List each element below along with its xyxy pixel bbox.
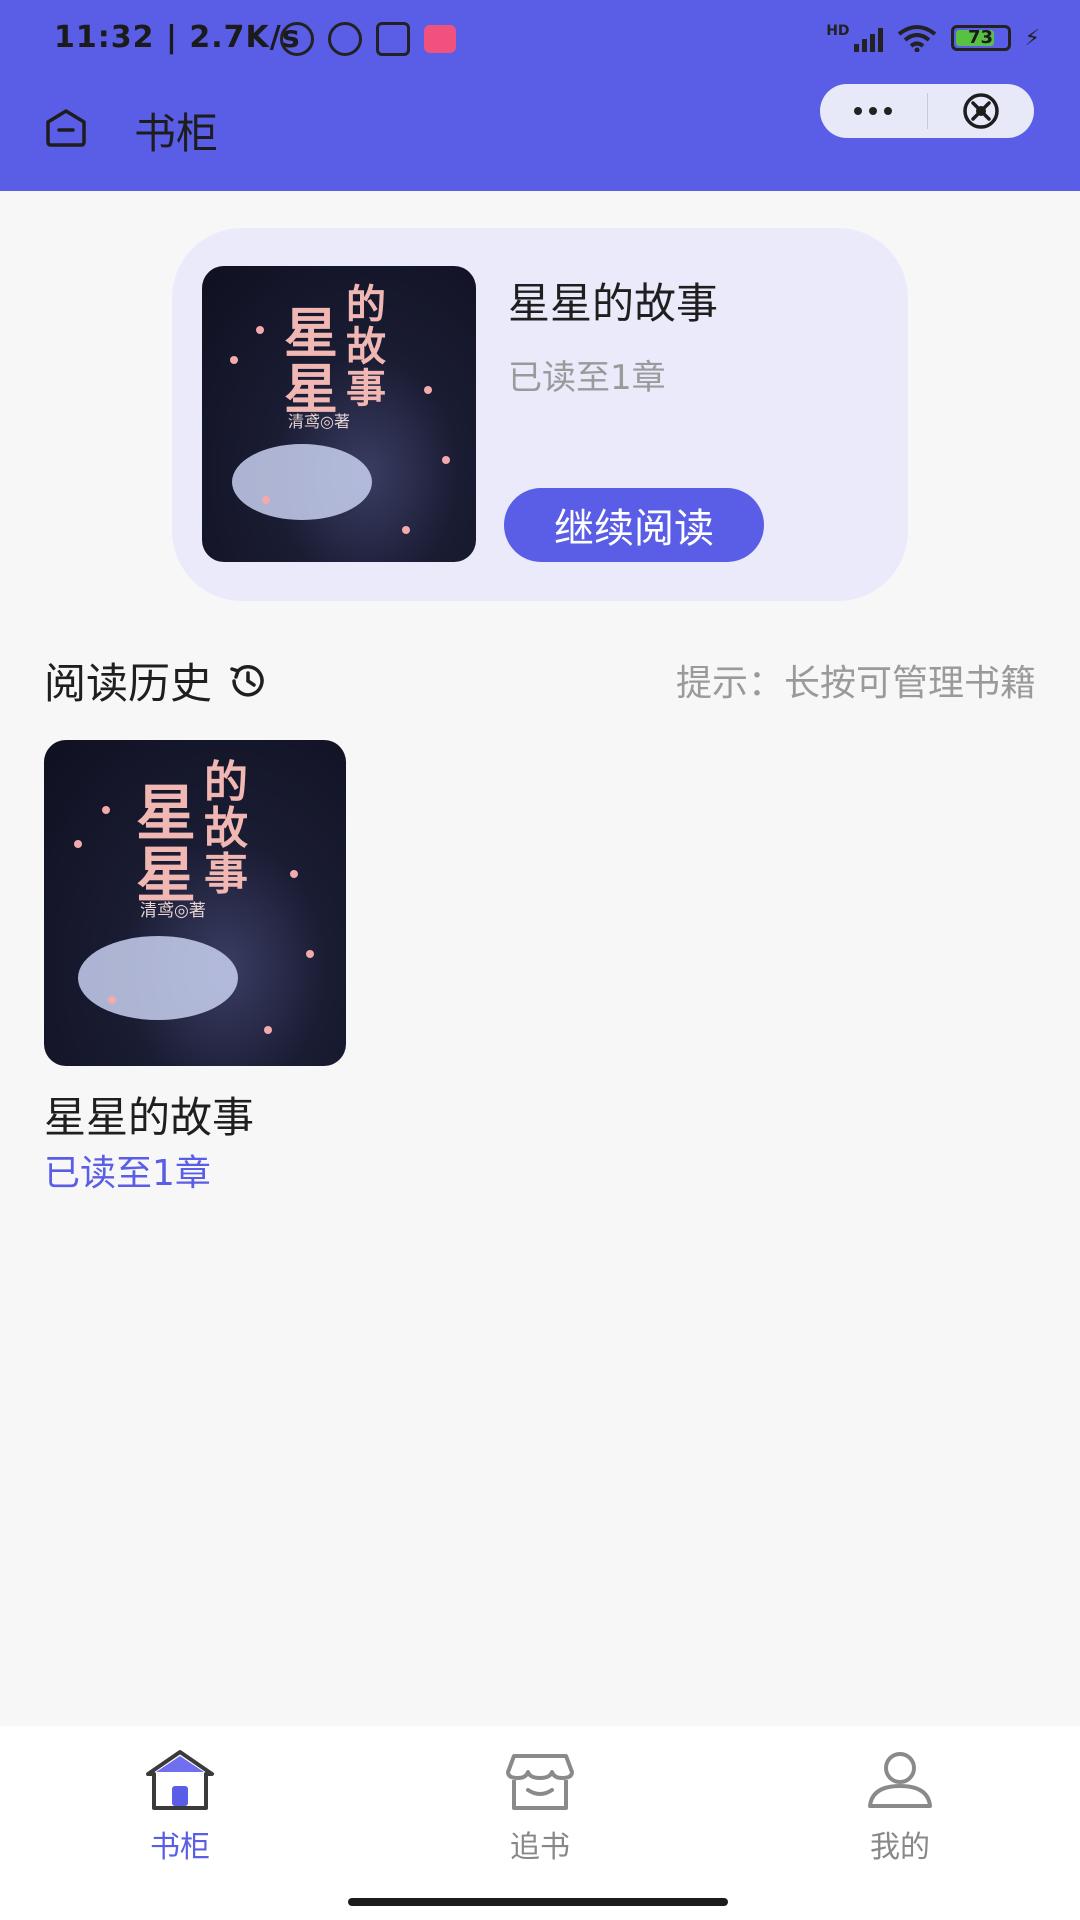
status-notification-icons (280, 22, 456, 56)
manage-hint: 提示：长按可管理书籍 (675, 663, 1036, 704)
bookshelf-icon (146, 1750, 214, 1810)
charging-icon: ⚡ (1024, 25, 1040, 51)
featured-book-card[interactable]: 星 星 的故事 清鸢◎著 星星的故事 已读至1章 继续阅读 (172, 228, 908, 601)
cover-author: 清鸢◎著 (288, 412, 350, 431)
cover-title-char-1: 星 (136, 779, 196, 849)
cover-moon-art (78, 936, 238, 1020)
cover-title-side: 的故事 (204, 757, 248, 901)
alarm-icon (328, 22, 362, 56)
tab-follow-books[interactable]: 追书 (460, 1746, 620, 1866)
tab-bookshelf-label: 书柜 (150, 1830, 210, 1865)
cover-title-char-1: 星 (284, 301, 338, 365)
continue-reading-button[interactable]: 继续阅读 (504, 488, 764, 562)
store-icon (506, 1754, 574, 1810)
featured-book-progress: 已读至1章 (508, 358, 666, 398)
bottom-tab-bar: 书柜 追书 我的 (0, 1726, 1080, 1920)
user-icon (868, 1752, 932, 1808)
page-title: 书柜 (134, 109, 219, 158)
history-book-title: 星星的故事 (44, 1093, 255, 1142)
featured-book-cover[interactable]: 星 星 的故事 清鸢◎著 (202, 266, 476, 562)
cover-moon-art (232, 444, 372, 520)
signal-icon (853, 24, 883, 52)
cover-title-side: 的故事 (346, 281, 386, 412)
home-indicator[interactable] (348, 1898, 728, 1906)
tab-mine[interactable]: 我的 (820, 1746, 980, 1866)
status-bar: 11:32 | 2.7K/s HD 73 ⚡ (0, 0, 1080, 80)
tab-mine-label: 我的 (870, 1830, 930, 1865)
history-book-progress: 已读至1章 (44, 1153, 211, 1194)
more-icon[interactable] (820, 84, 927, 138)
history-heading: 阅读历史 (44, 650, 270, 711)
status-system-icons: HD 73 ⚡ (826, 23, 1040, 53)
miniprogram-capsule (820, 84, 1034, 138)
history-heading-label: 阅读历史 (44, 659, 213, 708)
battery-icon: 73 (950, 25, 1011, 51)
app-notification-icon (424, 25, 456, 53)
history-book-item[interactable]: 星 星 的故事 清鸢◎著 (44, 740, 346, 1066)
cover-author: 清鸢◎著 (140, 901, 206, 921)
history-clock-icon (230, 664, 264, 697)
top-header: 11:32 | 2.7K/s HD 73 ⚡ 书柜 (0, 0, 1080, 191)
home-icon[interactable] (44, 108, 88, 148)
history-book-cover[interactable]: 星 星 的故事 清鸢◎著 (44, 740, 346, 1066)
tab-bookshelf[interactable]: 书柜 (100, 1746, 260, 1866)
battery-level: 73 (968, 27, 994, 48)
status-time: 11:32 | 2.7K/s (54, 20, 301, 55)
mute-icon (280, 22, 314, 56)
wifi-icon (897, 24, 937, 53)
tab-follow-books-label: 追书 (510, 1830, 570, 1865)
nfc-icon (376, 22, 410, 56)
close-icon[interactable] (928, 84, 1035, 138)
network-type: HD (826, 23, 850, 39)
featured-book-title: 星星的故事 (508, 279, 719, 328)
